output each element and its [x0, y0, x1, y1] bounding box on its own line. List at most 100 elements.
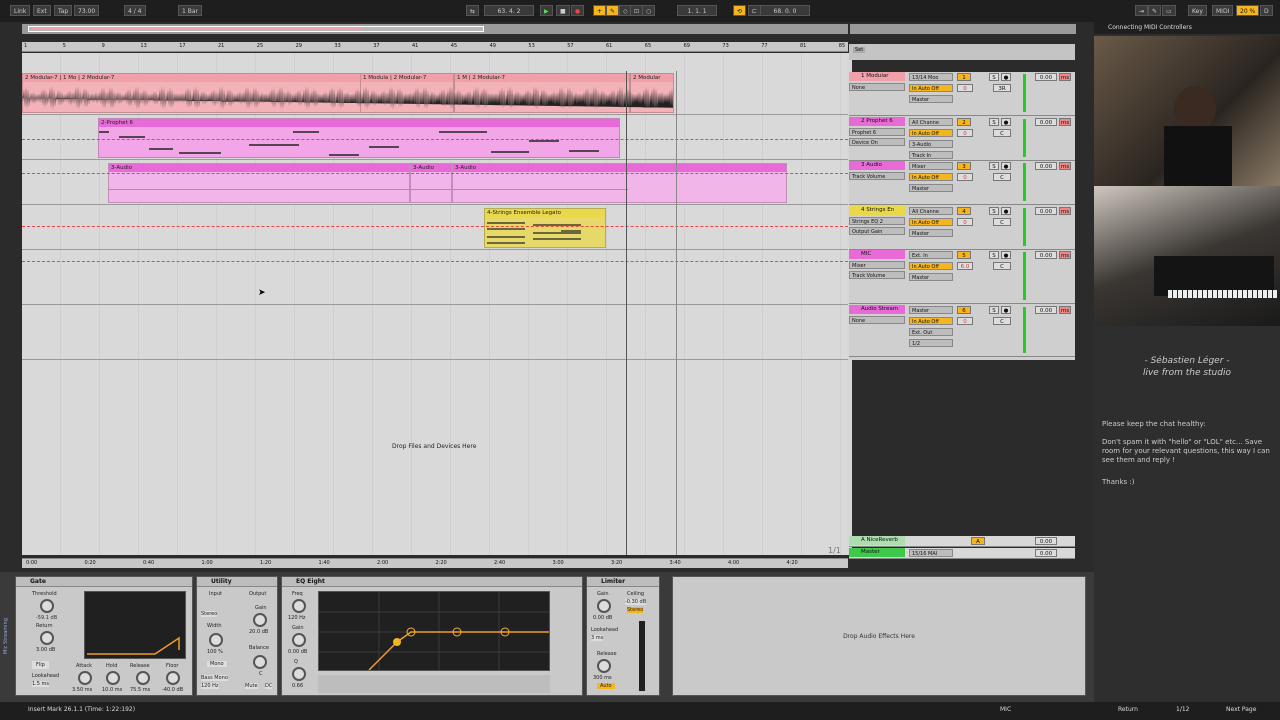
- track-input-1[interactable]: Track Volume: [849, 172, 905, 180]
- tap-tempo-button[interactable]: Tap: [54, 5, 73, 16]
- pan-field[interactable]: C: [993, 129, 1011, 137]
- pan-field[interactable]: C: [993, 173, 1011, 181]
- device-chooser[interactable]: Device On: [849, 138, 905, 146]
- arrangement-view[interactable]: 2 Modular-7 | 1 Mo | 2 Modular-7 1 Modul…: [22, 53, 852, 555]
- track-volume-readout[interactable]: 0.00: [1035, 251, 1057, 259]
- delay-units[interactable]: ms: [1059, 118, 1071, 126]
- dc-button[interactable]: DC: [265, 683, 273, 689]
- time-signature-field[interactable]: 4 / 4: [124, 5, 146, 16]
- loop-length-field[interactable]: 68. 0. 0: [760, 5, 810, 16]
- arm-button[interactable]: ●: [1001, 118, 1011, 126]
- loop-start-field[interactable]: 1. 1. 1: [677, 5, 717, 16]
- automation-arm-button[interactable]: ✎: [606, 5, 620, 16]
- threshold-knob[interactable]: [40, 599, 54, 613]
- eq-eight-device[interactable]: EQ Eight Freq 120 Hz Gain 0.00 dB Q 0.66: [281, 576, 583, 696]
- mixer-strip[interactable]: 2 Prophet 6 Prophet 6 All Channe Device On I…: [849, 117, 1075, 161]
- delay-units[interactable]: ms: [1059, 251, 1071, 259]
- session-record-icon[interactable]: ○: [642, 5, 656, 16]
- track-volume-readout[interactable]: 0.00: [1035, 306, 1057, 314]
- track-lane-modular[interactable]: 2 Modular-7 | 1 Mo | 2 Modular-7 1 Modul…: [22, 71, 848, 115]
- mute-button[interactable]: Mute: [245, 683, 258, 689]
- track-lane-prophet[interactable]: 2-Prophet 6: [22, 116, 848, 160]
- arm-button[interactable]: ●: [1001, 306, 1011, 314]
- attack-knob[interactable]: [78, 671, 92, 685]
- track-activator[interactable]: 4: [957, 207, 971, 215]
- return-button[interactable]: Return: [1118, 706, 1138, 713]
- delay-units[interactable]: ms: [1059, 73, 1071, 81]
- release-knob[interactable]: [597, 659, 611, 673]
- key-map-button[interactable]: Key: [1188, 5, 1207, 16]
- delay-units[interactable]: ms: [1059, 162, 1071, 170]
- track-input-1[interactable]: None: [849, 83, 905, 91]
- computer-keyboard-icon[interactable]: ▭: [1162, 5, 1176, 16]
- volume-field[interactable]: 0: [957, 317, 973, 325]
- hold-knob[interactable]: [106, 671, 120, 685]
- midi-clip[interactable]: 4-Strings Ensemble Legato: [484, 208, 606, 248]
- track-name[interactable]: 4 Strings En: [849, 206, 905, 215]
- delay-units[interactable]: ms: [1059, 207, 1071, 215]
- limiter-device[interactable]: Limiter Gain 0.00 dB Ceiling -0.30 dB St…: [586, 576, 660, 696]
- input-channel[interactable]: Track Volume: [849, 271, 905, 279]
- solo-button[interactable]: S: [989, 73, 999, 81]
- monitor-switch[interactable]: In Auto Off: [909, 262, 953, 270]
- arm-button[interactable]: ●: [1001, 73, 1011, 81]
- arm-button[interactable]: ●: [1001, 162, 1011, 170]
- volume-field[interactable]: 0: [957, 84, 973, 92]
- stop-button[interactable]: ■: [556, 5, 570, 16]
- freq-knob[interactable]: [292, 599, 306, 613]
- q-knob[interactable]: [292, 667, 306, 681]
- mono-button[interactable]: Mono: [207, 661, 227, 667]
- input-type-menu[interactable]: Master: [909, 306, 953, 314]
- next-page-button[interactable]: Next Page: [1226, 706, 1256, 713]
- track-activator[interactable]: 1: [957, 73, 971, 81]
- track-lane-audio[interactable]: 3-Audio 3-Audio 3-Audio: [22, 161, 848, 205]
- drop-effects-area[interactable]: Drop Audio Effects Here: [672, 576, 1086, 696]
- width-knob[interactable]: [209, 633, 223, 647]
- beat-ruler[interactable]: 1 5 9 13 17 21 25 29 33 37 41 45 49 53 57 61 65 69 73 77 81 8…: [22, 42, 848, 52]
- arm-button[interactable]: ●: [1001, 251, 1011, 259]
- output-type-menu[interactable]: Master: [909, 95, 953, 103]
- track-input-1[interactable]: Prophet 6: [849, 128, 905, 136]
- track-volume-readout[interactable]: 0.00: [1035, 207, 1057, 215]
- track-volume-readout[interactable]: 0.00: [1035, 73, 1057, 81]
- monitor-switch[interactable]: In Auto Off: [909, 129, 953, 137]
- audio-clip[interactable]: 3-Audio: [410, 163, 452, 203]
- solo-button[interactable]: S: [989, 306, 999, 314]
- pan-field[interactable]: 3R: [993, 84, 1011, 92]
- return-track-a[interactable]: A NiceReverb A 0.00: [849, 536, 1075, 547]
- gain-knob[interactable]: [292, 633, 306, 647]
- link-button[interactable]: Link: [10, 5, 31, 16]
- track-volume-readout[interactable]: 0.00: [1035, 118, 1057, 126]
- auto-release-button[interactable]: Auto: [597, 683, 615, 689]
- set-button[interactable]: Set: [853, 47, 866, 53]
- audio-clip[interactable]: 3-Audio: [108, 163, 410, 203]
- eq-display[interactable]: [318, 591, 550, 671]
- monitor-switch[interactable]: In Auto Off: [909, 84, 953, 92]
- input-type-menu[interactable]: 13/14 Moo: [909, 73, 953, 81]
- gate-device[interactable]: Gate Threshold -59.1 dB Return 3.00 dB F…: [15, 576, 193, 696]
- track-input-1[interactable]: Strings EQ 2: [849, 217, 905, 225]
- output-type-menu[interactable]: Master: [909, 273, 953, 281]
- pan-field[interactable]: C: [993, 218, 1011, 226]
- arm-button[interactable]: ●: [1001, 207, 1011, 215]
- gain-knob[interactable]: [597, 599, 611, 613]
- balance-knob[interactable]: [253, 655, 267, 669]
- track-name[interactable]: 3 Audio: [849, 161, 905, 170]
- volume-field[interactable]: 6.0: [957, 262, 973, 270]
- master-track[interactable]: Master 15/16 MAI 0.00: [849, 548, 1075, 559]
- track-lane-audio-stream[interactable]: [22, 306, 848, 360]
- track-name[interactable]: MIC: [849, 250, 905, 259]
- track-activator[interactable]: 3: [957, 162, 971, 170]
- track-lane-strings[interactable]: 4-Strings Ensemble Legato: [22, 206, 848, 250]
- track-input-1[interactable]: None: [849, 316, 905, 324]
- return-knob[interactable]: [40, 631, 54, 645]
- track-activator[interactable]: 6: [957, 306, 971, 314]
- volume-field[interactable]: 0: [957, 218, 973, 226]
- volume-field[interactable]: 0: [957, 173, 973, 181]
- floor-knob[interactable]: [166, 671, 180, 685]
- input-type-menu[interactable]: All Channe: [909, 118, 953, 126]
- track-name[interactable]: 1 Modular: [849, 72, 905, 81]
- flip-button[interactable]: Flip: [32, 661, 49, 669]
- ext-sync-button[interactable]: Ext: [33, 5, 51, 16]
- delay-units[interactable]: ms: [1059, 306, 1071, 314]
